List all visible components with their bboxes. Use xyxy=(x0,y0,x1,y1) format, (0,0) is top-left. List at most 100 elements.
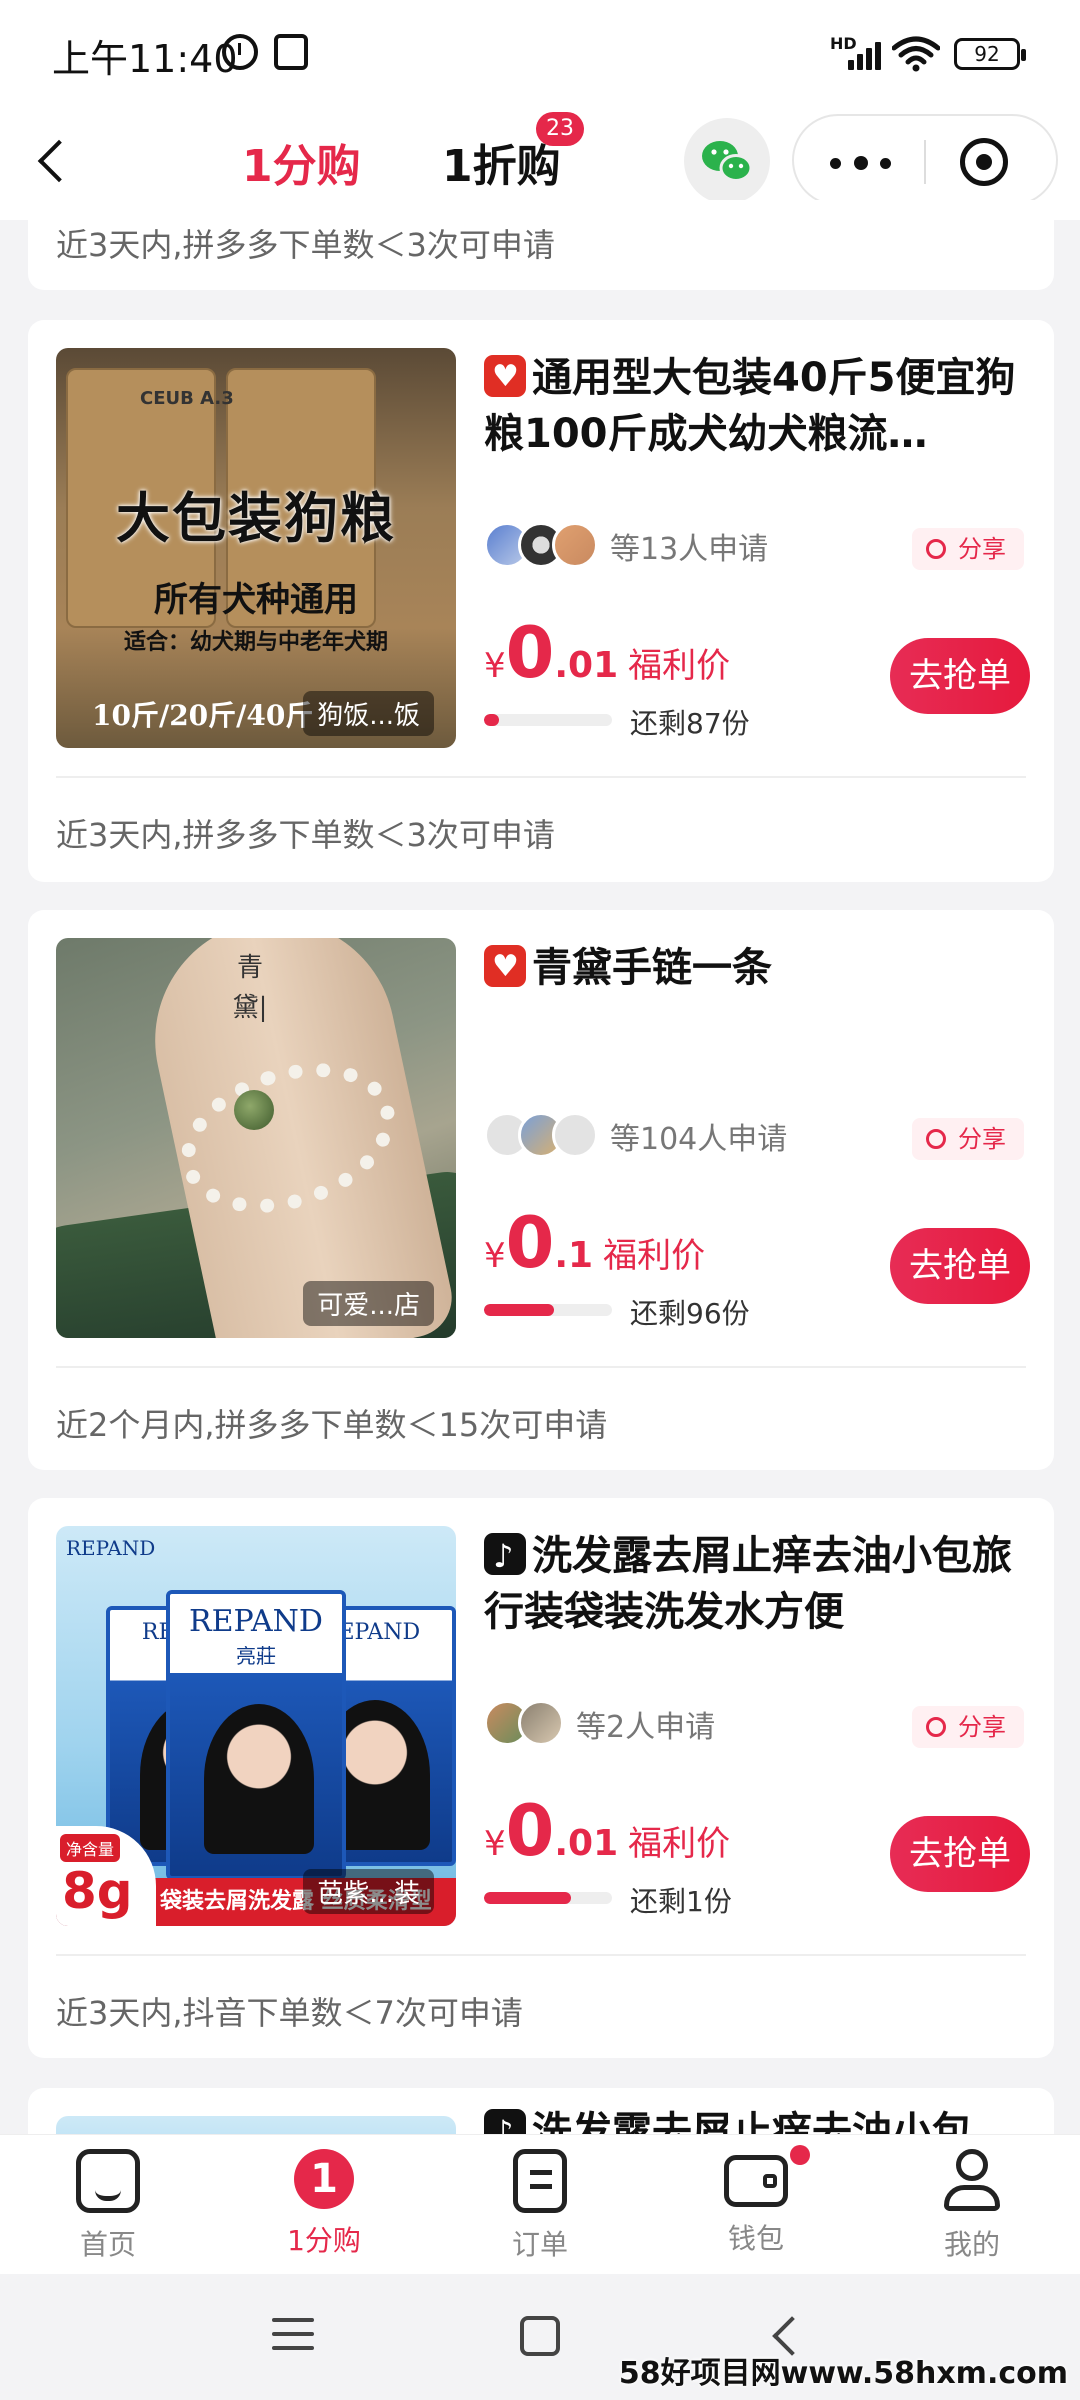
store-tag: 狗饭...饭 xyxy=(303,691,434,736)
price-integer: 0 xyxy=(505,1202,555,1284)
order-icon xyxy=(513,2149,567,2213)
more-icon[interactable] xyxy=(814,132,910,192)
capsule-divider xyxy=(924,140,926,184)
profile-icon xyxy=(940,2149,1004,2213)
partial-card-top: 近3天内,拼多多下单数＜3次可申请 xyxy=(28,200,1054,290)
remaining-count: 还剩96份 xyxy=(630,1297,750,1330)
sachet-brand-cn: 亮莊 xyxy=(236,1644,276,1668)
currency-symbol: ¥ xyxy=(484,1824,506,1864)
share-button[interactable]: 分享 xyxy=(912,1118,1024,1160)
nav-wallet[interactable]: 钱包 xyxy=(676,2149,836,2269)
pinduoduo-icon xyxy=(484,939,526,995)
divider xyxy=(56,1366,1026,1368)
sachet-shape: REPAND 亮莊 xyxy=(166,1590,346,1880)
rule-text: 近3天内,拼多多下单数＜3次可申请 xyxy=(56,816,555,854)
price-label: 福利价 xyxy=(628,1824,731,1864)
alarm-icon xyxy=(222,34,258,70)
price-decimal: .1 xyxy=(554,1235,594,1276)
nfc-icon xyxy=(274,34,308,70)
nav-mine[interactable]: 我的 xyxy=(892,2149,1052,2269)
product-image[interactable]: 青黛| 可爱...店 xyxy=(56,938,456,1338)
signal-icon xyxy=(848,38,888,70)
grab-order-button[interactable]: 去抢单 xyxy=(890,1816,1030,1892)
status-bar: 上午11:40 HD 92 xyxy=(0,0,1080,106)
price: ¥0.1 福利价 xyxy=(484,1202,705,1284)
battery-icon: 92 xyxy=(954,38,1026,70)
share-button[interactable]: 分享 xyxy=(912,1706,1024,1748)
image-note: 适合：幼犬期与中老年犬期 xyxy=(123,629,388,655)
tab-1fen[interactable]: 1分购 xyxy=(242,130,361,194)
price-integer: 0 xyxy=(505,1790,555,1872)
watermark: 58好项目网www.58hxm.com xyxy=(618,2356,1068,2391)
product-card[interactable]: CEUB A.3 大包装狗粮 所有犬种通用 适合：幼犬期与中老年犬期 10斤/2… xyxy=(28,320,1054,882)
avatar xyxy=(518,1700,564,1746)
image-weights: 10斤/20斤/40斤 xyxy=(92,699,314,732)
stock-progress xyxy=(484,714,612,726)
currency-symbol: ¥ xyxy=(484,646,506,686)
wallet-icon xyxy=(724,2155,788,2207)
grab-order-button[interactable]: 去抢单 xyxy=(890,1228,1030,1304)
net-value: 8g xyxy=(62,1862,133,1920)
notification-dot xyxy=(790,2145,810,2165)
price-decimal: .01 xyxy=(554,1823,619,1864)
price-label: 福利价 xyxy=(628,646,731,686)
wifi-icon xyxy=(892,36,940,72)
rule-text: 近3天内,拼多多下单数＜3次可申请 xyxy=(56,226,555,264)
applicant-count: 等13人申请 xyxy=(610,532,769,567)
price: ¥0.01 福利价 xyxy=(484,1790,730,1872)
menu-icon[interactable] xyxy=(272,2318,314,2356)
price: ¥0.01 福利价 xyxy=(484,612,730,694)
price-label: 福利价 xyxy=(603,1236,706,1276)
status-time: 上午11:40 xyxy=(52,37,238,81)
nav-label: 1分购 xyxy=(287,2224,361,2257)
product-title[interactable]: 青黛手链一条 xyxy=(484,939,1032,996)
divider xyxy=(56,1954,1026,1956)
nav-label: 首页 xyxy=(79,2228,136,2261)
product-title-text: 青黛手链一条 xyxy=(532,945,772,991)
divider xyxy=(56,776,1026,778)
nav-orders[interactable]: 订单 xyxy=(460,2149,620,2269)
net-label: 净含量 xyxy=(60,1834,121,1862)
product-title[interactable]: 洗发露去屑止痒去油小包旅行装袋装洗发水方便 xyxy=(484,1528,1032,1640)
product-image[interactable]: REPAND REPAND REPAND REPAND亮莊 袋装去屑洗发露 丝质… xyxy=(56,1526,456,1926)
product-card[interactable]: REPAND REPAND REPAND REPAND亮莊 袋装去屑洗发露 丝质… xyxy=(28,1498,1054,2058)
wechat-icon[interactable] xyxy=(684,118,770,204)
brand-logo-text: REPAND xyxy=(66,1536,156,1560)
store-tag: 可爱...店 xyxy=(303,1281,434,1326)
rule-text: 近2个月内,拼多多下单数＜15次可申请 xyxy=(56,1406,608,1444)
douyin-icon xyxy=(484,1528,526,1584)
system-nav-bar: 58好项目网www.58hxm.com xyxy=(0,2274,1080,2400)
nav-1fen[interactable]: 1 1分购 xyxy=(244,2149,404,2269)
avatar xyxy=(552,522,598,568)
avatar xyxy=(552,1112,598,1158)
home-icon xyxy=(76,2149,140,2213)
product-image[interactable]: CEUB A.3 大包装狗粮 所有犬种通用 适合：幼犬期与中老年犬期 10斤/2… xyxy=(56,348,456,748)
product-title[interactable]: 通用型大包装40斤5便宜狗粮100斤成犬幼犬粮流… xyxy=(484,349,1032,462)
image-headline: 大包装狗粮 xyxy=(116,486,396,550)
nav-label: 订单 xyxy=(511,2228,568,2261)
bottom-nav: 首页 1 1分购 订单 钱包 我的 xyxy=(0,2134,1080,2274)
product-title-text: 通用型大包装40斤5便宜狗粮100斤成犬幼犬粮流… xyxy=(484,355,1016,457)
nav-label: 钱包 xyxy=(727,2222,784,2255)
grab-order-button[interactable]: 去抢单 xyxy=(890,638,1030,714)
one-cent-icon: 1 xyxy=(294,2149,354,2209)
image-vertical-text: 青黛| xyxy=(232,953,268,1023)
rule-text: 近3天内,抖音下单数＜7次可申请 xyxy=(56,1994,523,2032)
remaining-count: 还剩87份 xyxy=(630,707,750,740)
image-subline: 所有犬种通用 xyxy=(154,580,358,620)
product-card[interactable]: 青黛| 可爱...店 青黛手链一条 等104人申请 分享 ¥0.1福利价 还剩9… xyxy=(28,910,1054,1470)
back-icon[interactable] xyxy=(24,130,88,194)
share-button[interactable]: 分享 xyxy=(912,528,1024,570)
price-decimal: .01 xyxy=(554,645,619,686)
jade-bead-shape xyxy=(234,1090,274,1130)
bag-mark: CEUB A.3 xyxy=(140,388,234,409)
mini-program-capsule xyxy=(792,114,1058,206)
product-title-text: 洗发露去屑止痒去油小包旅行装袋装洗发水方便 xyxy=(484,1533,1012,1635)
nav-label: 我的 xyxy=(943,2228,1000,2261)
applicant-count: 等2人申请 xyxy=(576,1710,716,1745)
stock-progress xyxy=(484,1892,612,1904)
price-integer: 0 xyxy=(505,612,555,694)
home-square-icon[interactable] xyxy=(520,2316,560,2356)
nav-home[interactable]: 首页 xyxy=(28,2149,188,2269)
target-icon[interactable] xyxy=(954,132,1014,192)
